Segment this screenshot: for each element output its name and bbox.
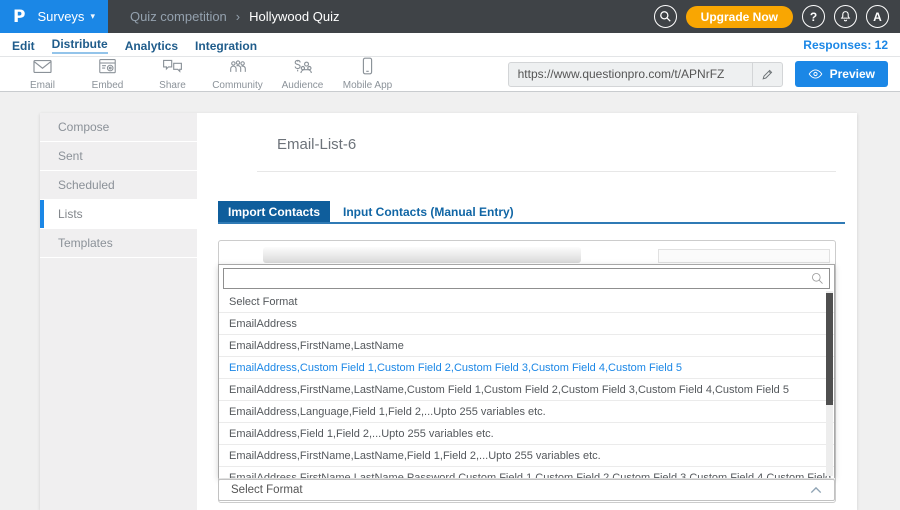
primary-nav-items: Edit Distribute Analytics Integration (12, 35, 274, 54)
upgrade-now-button[interactable]: Upgrade Now (686, 6, 793, 28)
pencil-icon (761, 68, 774, 81)
preview-label: Preview (830, 67, 875, 81)
distribute-toolbar: Email Embed Share Community Audience Mobile A… (0, 57, 900, 92)
question-mark-icon: ? (810, 10, 817, 24)
tab-input-contacts-manual[interactable]: Input Contacts (Manual Entry) (330, 201, 527, 222)
surveys-menu-label: Surveys (37, 9, 84, 24)
format-select-value: Select Format (231, 484, 303, 496)
surveys-menu-button[interactable]: P Surveys ▾ (0, 0, 108, 33)
top-actions: Upgrade Now ? A (654, 5, 900, 28)
eye-icon (808, 68, 823, 80)
nav-edit[interactable]: Edit (12, 37, 35, 53)
questionpro-logo-icon: P (13, 7, 25, 27)
format-select[interactable]: Select Format (218, 479, 835, 501)
format-search-box (223, 268, 830, 289)
title-divider (257, 171, 836, 172)
survey-url-input[interactable] (509, 67, 752, 81)
audience-icon (292, 58, 313, 80)
breadcrumb-survey-name: Hollywood Quiz (249, 9, 339, 24)
lists-card: ComposeSentScheduledListsTemplates Email… (40, 113, 857, 510)
format-option[interactable]: EmailAddress,FirstName,LastName,Password… (219, 467, 834, 478)
nav-analytics[interactable]: Analytics (125, 37, 178, 53)
preview-button[interactable]: Preview (795, 61, 888, 87)
search-button[interactable] (654, 5, 677, 28)
top-bar: P Surveys ▾ Quiz competition › Hollywood… (0, 0, 900, 33)
channel-label: Mobile App (343, 81, 392, 91)
chevron-up-icon (810, 486, 822, 494)
tab-import-contacts[interactable]: Import Contacts (218, 201, 330, 222)
breadcrumb: Quiz competition › Hollywood Quiz (130, 9, 340, 24)
scrollbar-thumb[interactable] (826, 293, 833, 405)
list-detail-panel: Email-List-6 Import Contacts Input Conta… (197, 113, 857, 510)
mobile-app-icon (361, 57, 374, 80)
format-option[interactable]: EmailAddress,FirstName,LastName,Field 1,… (219, 445, 834, 467)
contacts-tabs: Import Contacts Input Contacts (Manual E… (218, 201, 527, 222)
channel-community[interactable]: Community (205, 57, 270, 91)
bell-icon (839, 10, 852, 23)
survey-url-field (508, 62, 783, 87)
format-option[interactable]: EmailAddress,Field 1,Field 2,...Upto 255… (219, 423, 834, 445)
primary-nav: Edit Distribute Analytics Integration Respo… (0, 33, 900, 57)
format-option[interactable]: EmailAddress,Language,Field 1,Field 2,..… (219, 401, 834, 423)
avatar-initial: A (873, 10, 882, 24)
obscured-control (658, 249, 830, 263)
obscured-control (263, 247, 581, 263)
breadcrumb-survey-group[interactable]: Quiz competition (130, 9, 227, 24)
channel-label: Share (159, 81, 186, 91)
notifications-button[interactable] (834, 5, 857, 28)
channel-embed[interactable]: Embed (75, 57, 140, 91)
format-option[interactable]: EmailAddress (219, 313, 834, 335)
channel-email[interactable]: Email (10, 57, 75, 91)
channel-label: Audience (282, 81, 324, 91)
sidebar-item-compose[interactable]: Compose (40, 113, 197, 142)
search-icon (811, 272, 824, 285)
community-icon (228, 58, 248, 80)
chevron-down-icon: ▾ (90, 11, 95, 22)
format-option[interactable]: EmailAddress,FirstName,LastName (219, 335, 834, 357)
email-sidebar: ComposeSentScheduledListsTemplates (40, 113, 197, 510)
survey-url-group: Preview (508, 61, 890, 87)
channel-audience[interactable]: Audience (270, 57, 335, 91)
sidebar-item-scheduled[interactable]: Scheduled (40, 171, 197, 200)
channel-label: Embed (92, 81, 124, 91)
channel-mobile-app[interactable]: Mobile App (335, 57, 400, 91)
channel-label: Email (30, 81, 55, 91)
format-option[interactable]: EmailAddress,FirstName,LastName,Custom F… (219, 379, 834, 401)
format-dropdown: Select FormatEmailAddressEmailAddress,Fi… (218, 264, 835, 478)
share-icon (162, 58, 183, 80)
format-search-input[interactable] (224, 269, 811, 288)
sidebar-item-sent[interactable]: Sent (40, 142, 197, 171)
account-avatar[interactable]: A (866, 5, 889, 28)
sidebar-item-lists[interactable]: Lists (40, 200, 197, 229)
email-icon (32, 58, 53, 80)
edit-url-button[interactable] (752, 62, 782, 87)
nav-integration[interactable]: Integration (195, 37, 257, 53)
channel-share[interactable]: Share (140, 57, 205, 91)
responses-count[interactable]: Responses: 12 (803, 38, 888, 52)
dropdown-scrollbar[interactable] (826, 291, 833, 476)
breadcrumb-separator-icon: › (236, 9, 240, 24)
page-title: Email-List-6 (277, 136, 356, 153)
nav-distribute[interactable]: Distribute (52, 35, 108, 54)
format-option[interactable]: Select Format (219, 291, 834, 313)
help-button[interactable]: ? (802, 5, 825, 28)
format-option[interactable]: EmailAddress,Custom Field 1,Custom Field… (219, 357, 834, 379)
search-icon (659, 10, 672, 23)
tabs-underline (218, 222, 845, 224)
format-option-list: Select FormatEmailAddressEmailAddress,Fi… (219, 291, 834, 478)
sidebar-item-templates[interactable]: Templates (40, 229, 197, 258)
channel-list: Email Embed Share Community Audience Mobile A… (10, 57, 400, 91)
embed-icon (98, 58, 117, 80)
channel-label: Community (212, 81, 263, 91)
page-background: ComposeSentScheduledListsTemplates Email… (0, 92, 900, 509)
search-icon-small-wrap (811, 272, 829, 285)
